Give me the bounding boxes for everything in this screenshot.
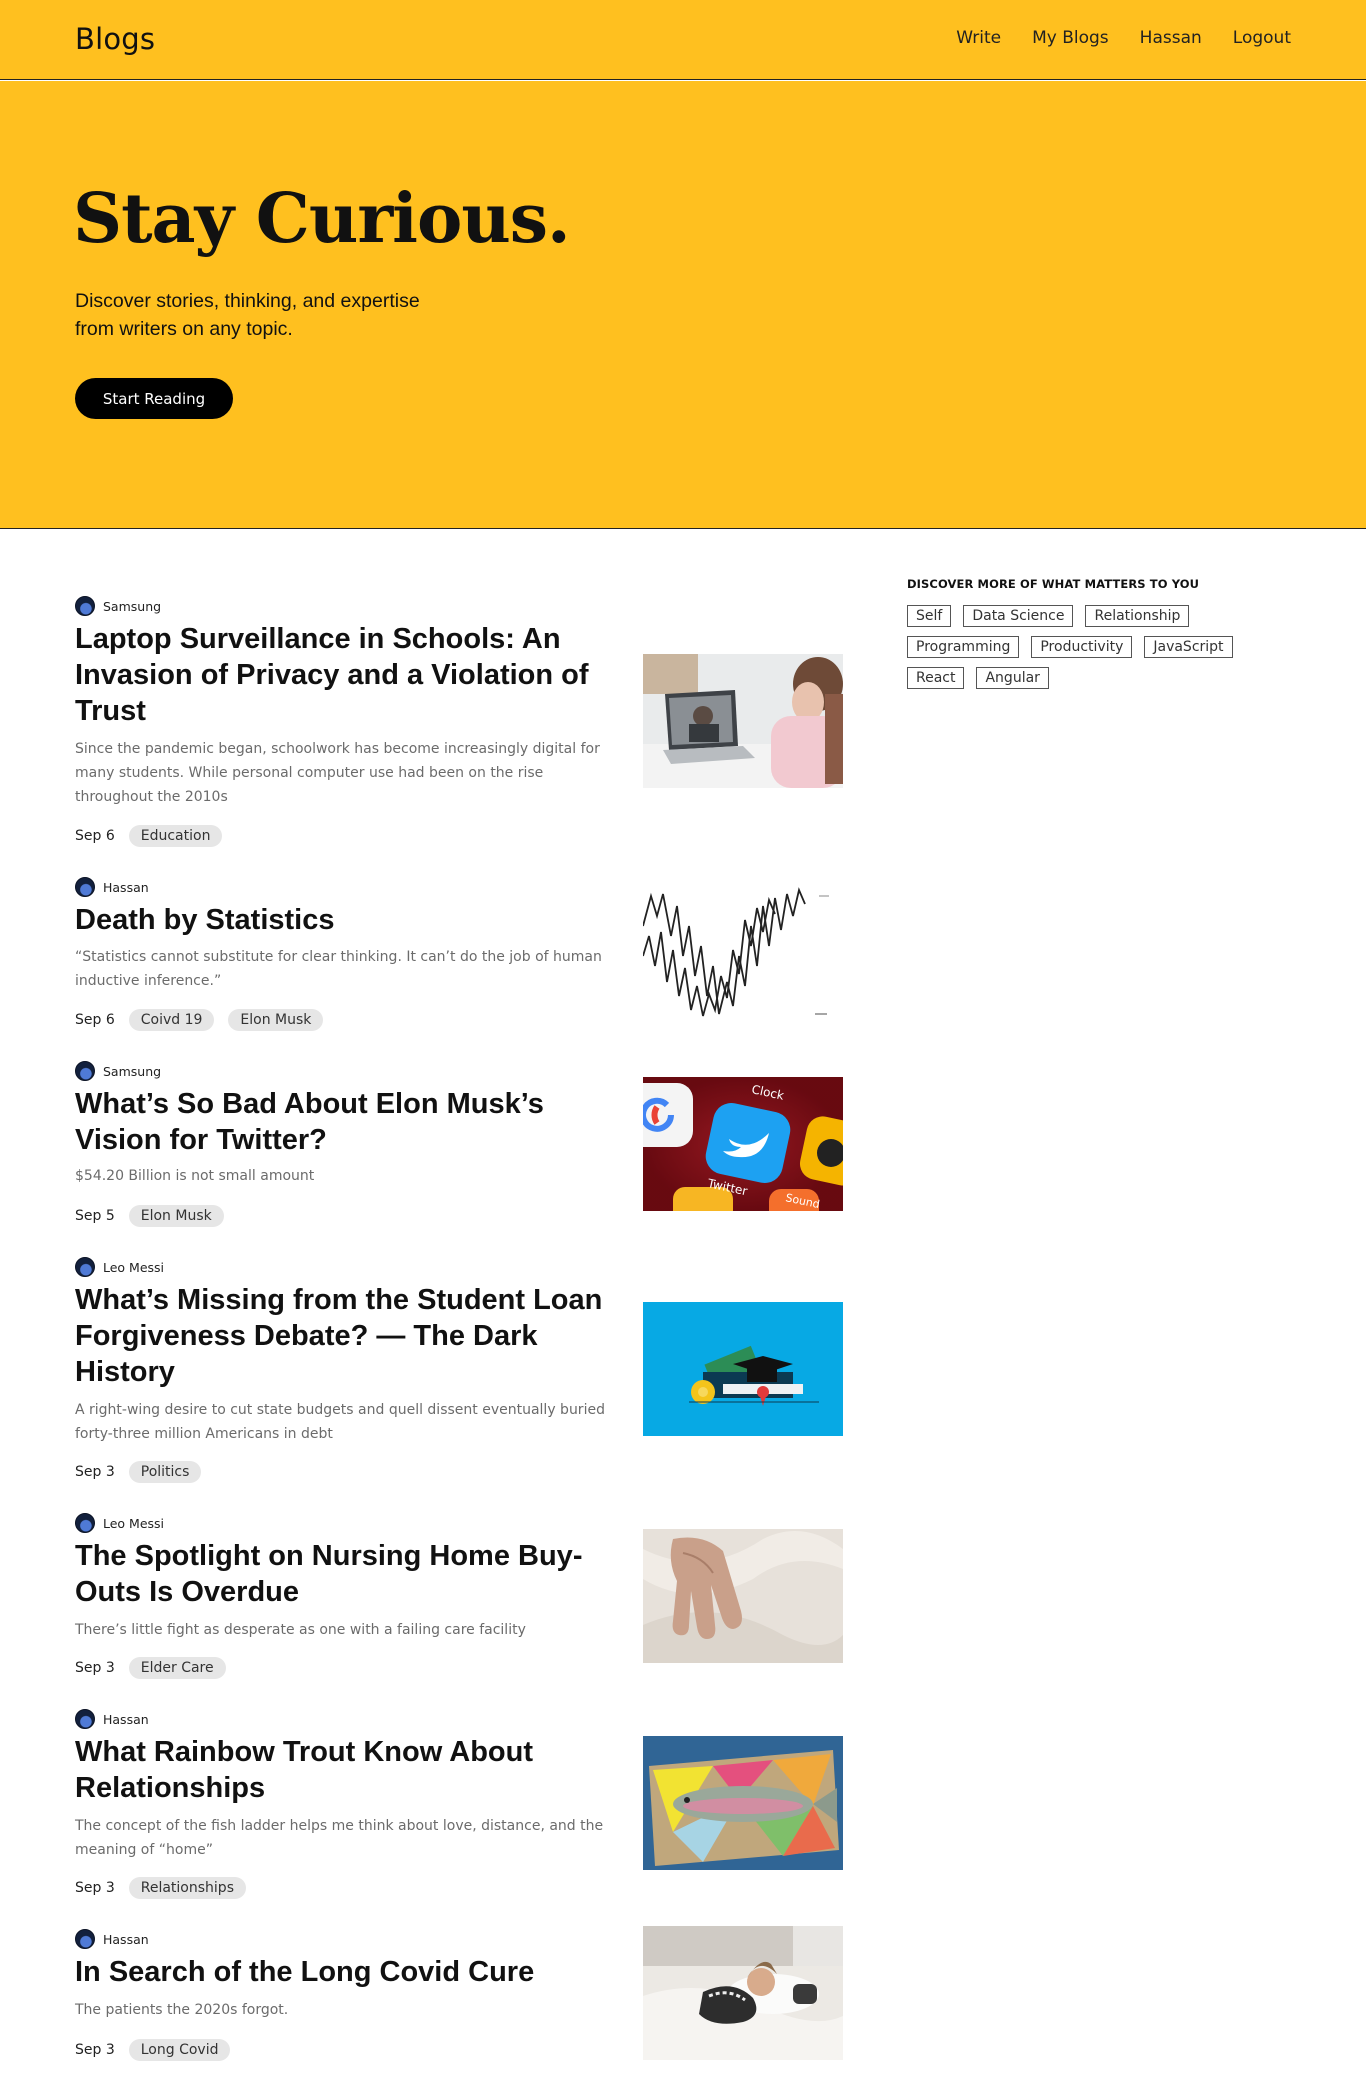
post-meta: Sep 5 Elon Musk — [75, 1205, 224, 1227]
author-avatar — [75, 1257, 95, 1277]
post-description: The patients the 2020s forgot. — [75, 1998, 620, 2022]
brand-logo[interactable]: Blogs — [75, 22, 155, 56]
author-avatar — [75, 1709, 95, 1729]
post-date: Sep 3 — [75, 2042, 115, 2058]
author-name: Leo Messi — [103, 1260, 164, 1275]
post-author[interactable]: Hassan — [75, 1929, 149, 1949]
nav-my-blogs-link[interactable]: My Blogs — [1032, 28, 1109, 48]
post-tag[interactable]: Coivd 19 — [129, 1009, 215, 1031]
post-title[interactable]: What’s So Bad About Elon Musk’s Vision f… — [75, 1086, 635, 1158]
topic-tag-relationship[interactable]: Relationship — [1085, 605, 1189, 627]
post-date: Sep 6 — [75, 1012, 115, 1028]
post-tag[interactable]: Elder Care — [129, 1657, 226, 1679]
post-title[interactable]: What Rainbow Trout Know About Relationsh… — [75, 1734, 635, 1806]
hero-banner: Stay Curious. Discover stories, thinking… — [0, 81, 1366, 529]
post-meta: Sep 6 Education — [75, 825, 222, 847]
topic-tag-self[interactable]: Self — [907, 605, 951, 627]
author-avatar — [75, 1513, 95, 1533]
post-author[interactable]: Hassan — [75, 877, 149, 897]
topic-tag-react[interactable]: React — [907, 667, 964, 689]
post-title[interactable]: Laptop Surveillance in Schools: An Invas… — [75, 621, 635, 729]
author-name: Samsung — [103, 599, 161, 614]
hero-title: Stay Curious. — [73, 185, 570, 253]
author-name: Leo Messi — [103, 1516, 164, 1531]
topic-tag-data-science[interactable]: Data Science — [963, 605, 1073, 627]
top-navbar: Blogs Write My Blogs Hassan Logout — [0, 0, 1366, 80]
topic-tag-list: Self Data Science Relationship Programmi… — [907, 605, 1237, 689]
post-tag[interactable]: Relationships — [129, 1877, 246, 1899]
post-date: Sep 3 — [75, 1464, 115, 1480]
author-name: Hassan — [103, 1932, 149, 1947]
post-description: There’s little fight as desperate as one… — [75, 1618, 620, 1642]
post-description: “Statistics cannot substitute for clear … — [75, 945, 620, 993]
topic-tag-angular[interactable]: Angular — [976, 667, 1048, 689]
post-thumbnail-laptop[interactable] — [643, 654, 843, 788]
author-avatar — [75, 1061, 95, 1081]
author-name: Hassan — [103, 880, 149, 895]
post-meta: Sep 3 Elder Care — [75, 1657, 226, 1679]
start-reading-button[interactable]: Start Reading — [75, 378, 233, 419]
post-meta: Sep 6 Coivd 19 Elon Musk — [75, 1009, 323, 1031]
topics-sidebar: DISCOVER MORE OF WHAT MATTERS TO YOU Sel… — [907, 577, 1237, 689]
topic-tag-javascript[interactable]: JavaScript — [1144, 636, 1232, 658]
nav-profile-link[interactable]: Hassan — [1140, 28, 1202, 48]
sidebar-heading: DISCOVER MORE OF WHAT MATTERS TO YOU — [907, 577, 1237, 591]
post-date: Sep 6 — [75, 828, 115, 844]
post-description: Since the pandemic began, schoolwork has… — [75, 737, 620, 809]
post-tag[interactable]: Education — [129, 825, 223, 847]
author-avatar — [75, 877, 95, 897]
post-title[interactable]: Death by Statistics — [75, 902, 635, 938]
post-thumbnail-long-covid[interactable] — [643, 1926, 843, 2060]
main-nav: Write My Blogs Hassan Logout — [956, 28, 1291, 48]
hero-subtitle: Discover stories, thinking, and expertis… — [75, 287, 455, 343]
nav-logout-link[interactable]: Logout — [1233, 28, 1291, 48]
post-author[interactable]: Samsung — [75, 1061, 161, 1081]
post-thumbnail-twitter[interactable]: Clock Twitter Sound — [643, 1077, 843, 1211]
post-meta: Sep 3 Long Covid — [75, 2039, 230, 2061]
post-thumbnail-rainbow-trout[interactable] — [643, 1736, 843, 1870]
post-meta: Sep 3 Relationships — [75, 1877, 246, 1899]
post-author[interactable]: Hassan — [75, 1709, 149, 1729]
post-description: $54.20 Billion is not small amount — [75, 1164, 620, 1188]
topic-tag-programming[interactable]: Programming — [907, 636, 1019, 658]
post-tag[interactable]: Politics — [129, 1461, 202, 1483]
author-avatar — [75, 1929, 95, 1949]
post-description: A right-wing desire to cut state budgets… — [75, 1398, 620, 1446]
post-date: Sep 5 — [75, 1208, 115, 1224]
post-meta: Sep 3 Politics — [75, 1461, 201, 1483]
post-date: Sep 3 — [75, 1660, 115, 1676]
post-author[interactable]: Leo Messi — [75, 1513, 164, 1533]
post-author[interactable]: Samsung — [75, 596, 161, 616]
post-tag[interactable]: Elon Musk — [228, 1009, 323, 1031]
post-thumbnail-student-loan[interactable] — [643, 1302, 843, 1436]
topic-tag-productivity[interactable]: Productivity — [1031, 636, 1132, 658]
post-thumbnail-nursing-home[interactable] — [643, 1529, 843, 1663]
post-tag[interactable]: Long Covid — [129, 2039, 231, 2061]
nav-write-link[interactable]: Write — [956, 28, 1001, 48]
post-author[interactable]: Leo Messi — [75, 1257, 164, 1277]
post-date: Sep 3 — [75, 1880, 115, 1896]
post-title[interactable]: The Spotlight on Nursing Home Buy-Outs I… — [75, 1538, 635, 1610]
author-avatar — [75, 596, 95, 616]
author-name: Samsung — [103, 1064, 161, 1079]
post-description: The concept of the fish ladder helps me … — [75, 1814, 620, 1862]
post-tag[interactable]: Elon Musk — [129, 1205, 224, 1227]
post-thumbnail-statistics[interactable] — [643, 886, 843, 1020]
author-name: Hassan — [103, 1712, 149, 1727]
post-title[interactable]: What’s Missing from the Student Loan For… — [75, 1282, 635, 1390]
post-title[interactable]: In Search of the Long Covid Cure — [75, 1954, 635, 1990]
